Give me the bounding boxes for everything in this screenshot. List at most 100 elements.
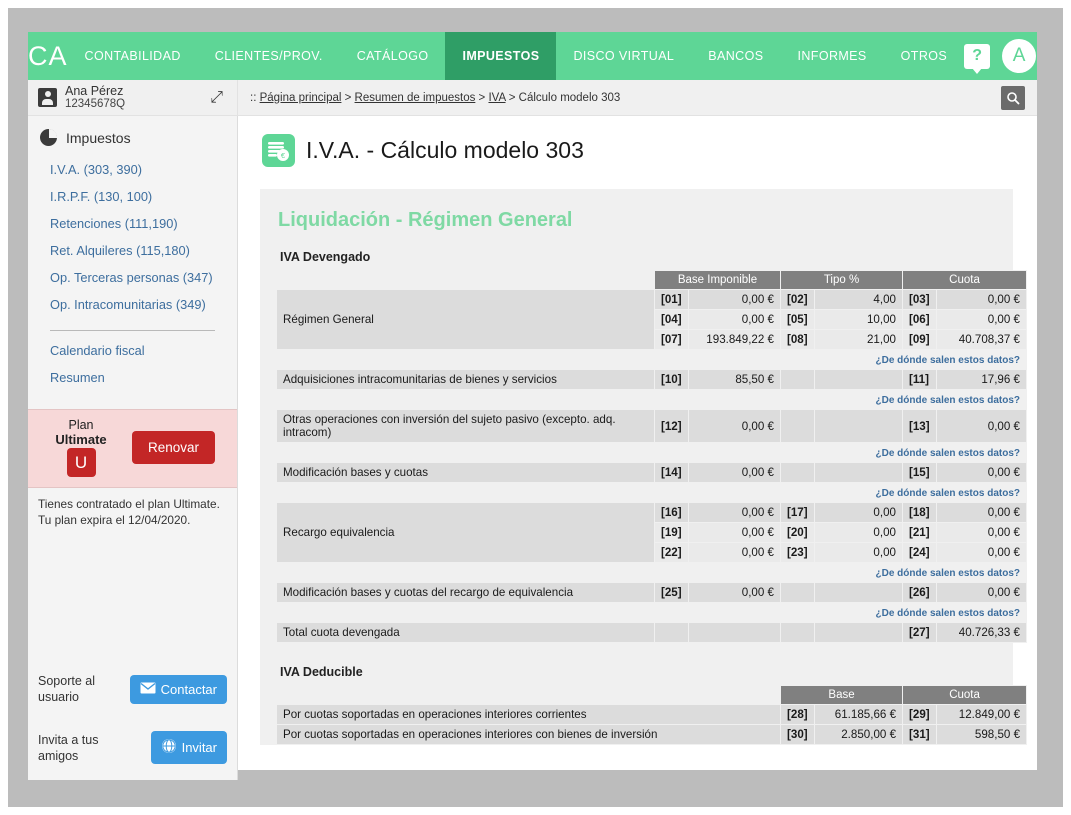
cell-code: [08]: [780, 329, 815, 350]
table-header-row: Base Cuota: [276, 685, 1028, 705]
cell-value: 0,00 €: [936, 409, 1027, 443]
sidebar-item-2[interactable]: Retenciones (111,190): [28, 210, 237, 237]
application-window: CA CONTABILIDAD CLIENTES/PROV. CATÁLOGO IMP…: [28, 32, 1037, 780]
cell-value: 10,00: [814, 309, 903, 330]
cell-value: 0,00 €: [936, 502, 1027, 523]
nav-item-otros[interactable]: OTROS: [884, 32, 964, 80]
col-base-imponible: Base Imponible: [654, 270, 781, 290]
cell-value: 0,00: [814, 522, 903, 543]
cell-value: 0,00 €: [688, 309, 781, 330]
cell-value: 0,00: [814, 502, 903, 523]
table-header-row: Base Imponible Tipo % Cuota: [276, 270, 1027, 290]
sidebar-footer: Soporte al usuario Contactar Invita a tu…: [28, 647, 237, 780]
col-tipo: Tipo %: [780, 270, 903, 290]
cell-empty: [814, 409, 903, 443]
row-label: Modificación bases y cuotas: [276, 462, 655, 483]
cell-value: 40.726,33 €: [936, 622, 1027, 643]
app-logo[interactable]: CA: [28, 32, 68, 80]
plan-text: Plan Ultimate U: [38, 418, 124, 477]
cell-code: [03]: [902, 289, 937, 310]
nav-item-clientes-prov[interactable]: CLIENTES/PROV.: [198, 32, 340, 80]
cell-value: 0,00 €: [688, 582, 781, 603]
row-label: Otras operaciones con inversión del suje…: [276, 409, 655, 443]
cell-value: 0,00: [814, 542, 903, 563]
table-row: Adquisiciones intracomunitarias de biene…: [276, 369, 1027, 390]
invite-button[interactable]: Invitar: [150, 731, 227, 764]
cell-value: 4,00: [814, 289, 903, 310]
cell-code: [29]: [902, 704, 938, 725]
cell-value: 85,50 €: [688, 369, 781, 390]
cell-empty: [814, 622, 903, 643]
col-cuota: Cuota: [902, 270, 1027, 290]
nav-item-disco-virtual[interactable]: DISCO VIRTUAL: [556, 32, 691, 80]
search-icon[interactable]: [1001, 85, 1025, 110]
nav-item-cat-logo[interactable]: CATÁLOGO: [340, 32, 446, 80]
cell-value: 0,00 €: [936, 462, 1027, 483]
user-box[interactable]: Ana Pérez 12345678Q ⤢: [28, 79, 238, 116]
avatar[interactable]: A: [1002, 39, 1037, 73]
cell-code: [25]: [654, 582, 689, 603]
sidebar-item-0[interactable]: Calendario fiscal: [28, 337, 237, 364]
cell-value: 0,00 €: [936, 542, 1027, 563]
sidebar-item-4[interactable]: Op. Terceras personas (347): [28, 264, 237, 291]
breadcrumb-item-2[interactable]: IVA: [488, 92, 505, 104]
invite-button-label: Invitar: [181, 740, 217, 755]
cell-code: [02]: [780, 289, 815, 310]
data-source-link[interactable]: ¿De dónde salen estos datos?: [876, 568, 1020, 579]
hint-row: ¿De dónde salen estos datos?: [276, 602, 1027, 623]
sidebar-item-1[interactable]: Resumen: [28, 364, 237, 391]
envelope-icon: [140, 682, 156, 697]
invite-row: Invita a tus amigos Invitar: [38, 731, 227, 764]
cell-value: 0,00 €: [688, 289, 781, 310]
cell-code: [22]: [654, 542, 689, 563]
sidebar-links: I.V.A. (303, 390) I.R.P.F. (130, 100) Rete…: [28, 156, 237, 322]
help-icon[interactable]: ?: [964, 43, 991, 74]
main-content: € I.V.A. - Cálculo modelo 303 Liquidació…: [238, 116, 1037, 780]
globe-icon: [161, 738, 177, 757]
sub-bar: Ana Pérez 12345678Q ⤢ :: Página principa…: [28, 79, 1037, 116]
nav-item-contabilidad[interactable]: CONTABILIDAD: [68, 32, 198, 80]
data-source-link[interactable]: ¿De dónde salen estos datos?: [876, 395, 1020, 406]
nav-item-impuestos[interactable]: IMPUESTOS: [445, 32, 557, 80]
cell-code: [01]: [654, 289, 689, 310]
user-id: 12345678Q: [65, 97, 126, 110]
contact-button[interactable]: Contactar: [129, 674, 227, 704]
page-title: € I.V.A. - Cálculo modelo 303: [262, 134, 1013, 167]
data-source-link[interactable]: ¿De dónde salen estos datos?: [876, 355, 1020, 366]
cell-code: [23]: [780, 542, 815, 563]
cell-code: [19]: [654, 522, 689, 543]
row-label: Adquisiciones intracomunitarias de biene…: [276, 369, 655, 390]
cell-code: [26]: [902, 582, 937, 603]
cell-code: [05]: [780, 309, 815, 330]
cell-code: [04]: [654, 309, 689, 330]
sidebar: Impuestos I.V.A. (303, 390) I.R.P.F. (130…: [28, 116, 238, 780]
sidebar-item-3[interactable]: Ret. Alquileres (115,180): [28, 237, 237, 264]
nav-items: CONTABILIDAD CLIENTES/PROV. CATÁLOGO IMPUES…: [68, 32, 965, 80]
nav-right-group: ? A: [964, 32, 1037, 80]
data-source-link[interactable]: ¿De dónde salen estos datos?: [876, 608, 1020, 619]
breadcrumb-item-0[interactable]: Página principal: [260, 92, 342, 104]
nav-item-bancos[interactable]: BANCOS: [691, 32, 780, 80]
sidebar-item-1[interactable]: I.R.P.F. (130, 100): [28, 183, 237, 210]
table-row: Modificación bases y cuotas [14] 0,00 € [15…: [276, 462, 1027, 483]
breadcrumb: :: Página principal > Resumen de impuest…: [250, 91, 621, 104]
cell-empty: [780, 622, 815, 643]
sidebar-item-0[interactable]: I.V.A. (303, 390): [28, 156, 237, 183]
nav-item-informes[interactable]: INFORMES: [780, 32, 883, 80]
renew-button[interactable]: Renovar: [132, 431, 216, 464]
cell-value: 0,00 €: [688, 502, 781, 523]
contact-button-label: Contactar: [160, 681, 217, 697]
cell-code: [18]: [902, 502, 937, 523]
cell-empty: [814, 462, 903, 483]
shuffle-icon[interactable]: ⤢: [210, 89, 223, 107]
scroll-fade: [238, 770, 1037, 780]
cell-code: [17]: [780, 502, 815, 523]
table-row: Por cuotas soportadas en operaciones int…: [275, 704, 1028, 725]
data-source-link[interactable]: ¿De dónde salen estos datos?: [876, 448, 1020, 459]
data-source-link[interactable]: ¿De dónde salen estos datos?: [876, 488, 1020, 499]
support-label: Soporte al usuario: [38, 674, 95, 704]
cell-value: 0,00 €: [936, 582, 1027, 603]
sidebar-item-5[interactable]: Op. Intracomunitarias (349): [28, 291, 237, 318]
breadcrumb-item-1[interactable]: Resumen de impuestos: [355, 92, 476, 104]
breadcrumb-item-3: Cálculo modelo 303: [518, 91, 621, 104]
